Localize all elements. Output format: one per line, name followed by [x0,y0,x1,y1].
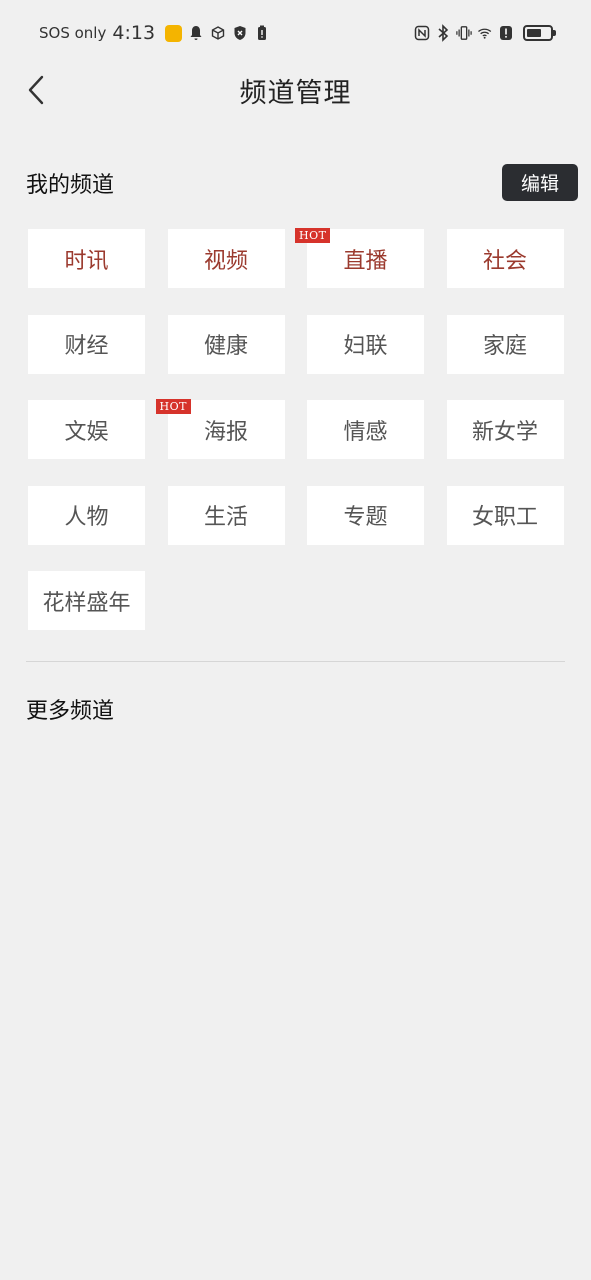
channel-label: 财经 [64,334,109,359]
channel-chip[interactable]: 新女学 [446,400,564,459]
battery-alert-icon [254,24,270,42]
bluetooth-icon [435,24,451,42]
channel-chip[interactable]: 海报 HOT [155,399,285,459]
channel-chip[interactable]: 健康 [167,314,285,374]
carrier-text: SOS only [39,24,107,42]
channel-label: 情感 [343,419,388,445]
nfc-icon [414,24,430,42]
channel-label: 女职工 [471,505,538,530]
channel-label: 海报 [203,419,248,445]
channel-label: 人物 [64,505,109,530]
cube-icon [210,24,226,42]
bell-icon [188,24,204,42]
channel-label: 花样盛年 [42,590,131,616]
channel-label: 生活 [203,505,248,530]
more-channels-title: 更多频道 [26,699,115,724]
channel-chip[interactable]: 文娱 [28,400,145,459]
channel-chip[interactable]: 家庭 [446,314,564,374]
channel-chip[interactable]: 社会 [446,229,564,288]
channel-label: 社会 [482,248,527,274]
channel-chip[interactable]: 时讯 [28,229,145,288]
channel-chip[interactable]: 情感 [307,400,424,459]
header: 频道管理 [0,66,591,114]
channel-chip[interactable]: 财经 [28,314,145,374]
chevron-left-icon [28,75,44,105]
channel-label: 视频 [203,248,248,274]
battery-icon [523,25,556,41]
hot-badge: HOT [295,228,331,243]
hot-badge: HOT [155,399,191,414]
edit-button[interactable]: 编辑 [502,164,578,201]
channel-label: 新女学 [471,419,538,445]
channel-label: 时讯 [64,248,109,274]
sim-card-icon [165,24,183,42]
channel-label: 健康 [203,334,248,359]
channel-chip[interactable]: 人物 [28,485,145,545]
back-button[interactable] [18,72,54,108]
channel-label: 专题 [343,505,388,530]
channel-chip[interactable]: 花样盛年 [28,571,145,630]
vibrate-icon [456,24,472,42]
channel-label: 文娱 [64,419,109,445]
channel-chip[interactable]: 妇联 [307,314,424,374]
channel-label: 家庭 [482,334,527,359]
channel-chip[interactable]: 生活 [167,485,285,545]
channel-chip[interactable]: 直播 HOT [295,228,424,288]
shield-icon [232,24,248,42]
wifi-icon [477,24,493,42]
section-divider [26,661,565,662]
signal-alert-icon [498,24,514,42]
status-right [414,24,556,42]
status-bar: SOS only 4:13 [0,0,591,66]
channel-label: 妇联 [343,334,388,359]
channel-chip[interactable]: 专题 [307,485,424,545]
my-channels-title: 我的频道 [26,173,115,198]
status-left: SOS only 4:13 [39,22,270,44]
channel-label: 直播 [343,248,388,274]
channel-chip[interactable]: 视频 [167,229,285,288]
channel-chip[interactable]: 女职工 [446,485,564,545]
clock-time: 4:13 [112,22,156,44]
page-title: 频道管理 [239,77,352,109]
